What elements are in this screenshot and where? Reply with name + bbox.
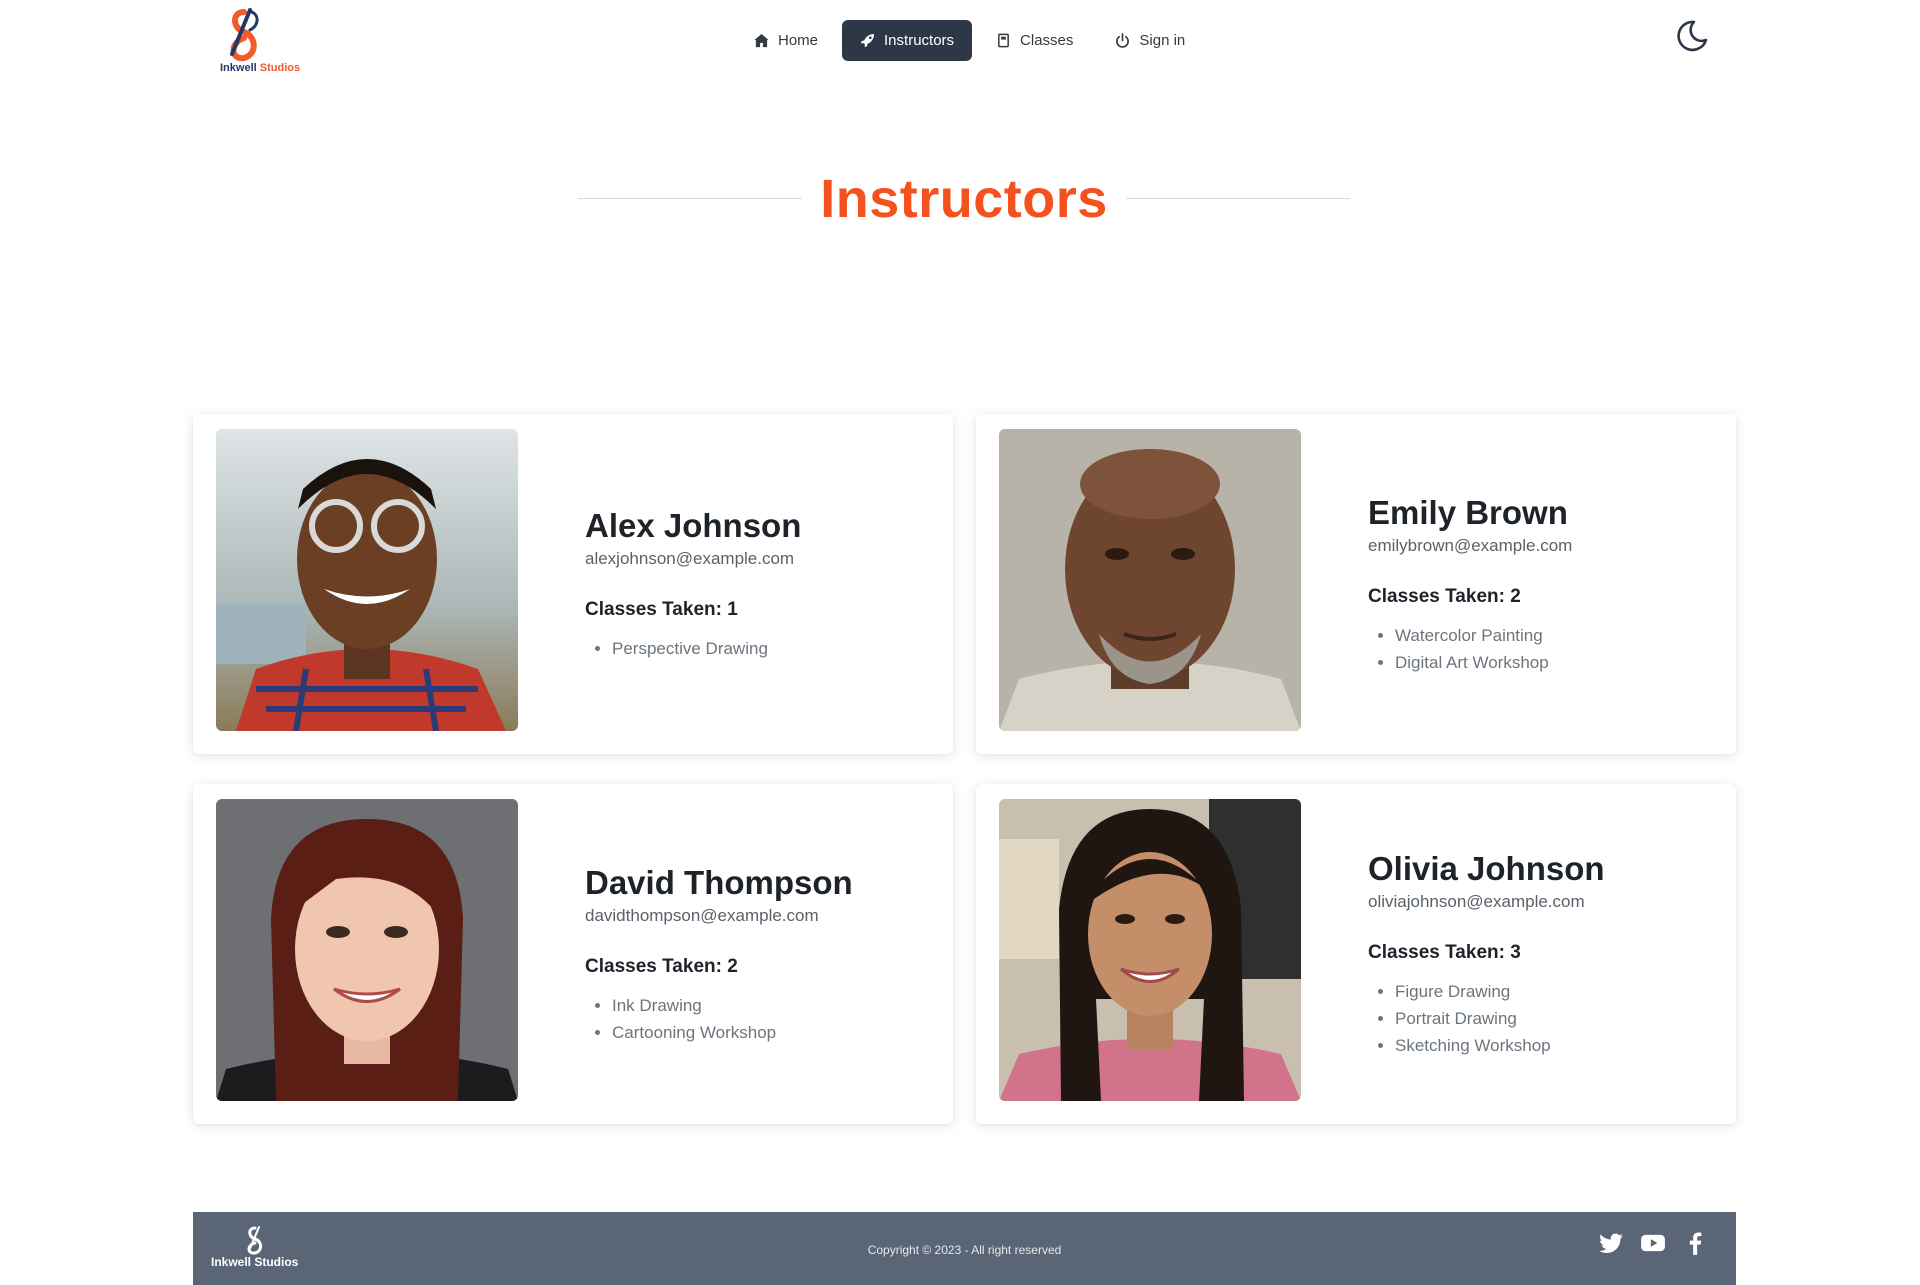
twitter-icon[interactable] xyxy=(1598,1230,1624,1256)
nav-item-label: Classes xyxy=(1020,32,1074,49)
instructor-email: davidthompson@example.com xyxy=(585,905,819,925)
nav-item-sign-in[interactable]: Sign in xyxy=(1097,20,1203,61)
nav-item-label: Instructors xyxy=(884,32,955,49)
page-title: Instructors xyxy=(820,169,1108,229)
book-icon xyxy=(998,33,1009,48)
nav-item-classes[interactable]: Classes xyxy=(978,20,1091,61)
facebook-icon[interactable] xyxy=(1682,1230,1708,1256)
class-item: Sketching Workshop xyxy=(1395,1032,1716,1059)
nav-item-label: Sign in xyxy=(1139,32,1186,49)
youtube-icon[interactable] xyxy=(1640,1230,1666,1256)
instructor-photo xyxy=(216,429,518,731)
instructor-name: Alex Johnson xyxy=(585,507,802,544)
instructor-photo xyxy=(216,799,518,1101)
classes-taken-label: Classes Taken: 2 xyxy=(585,955,738,977)
nav-item-instructors[interactable]: Instructors xyxy=(842,20,973,61)
instructor-info: Olivia Johnson oliviajohnson@example.com… xyxy=(1368,784,1716,1124)
logo-text: Inkwell Studios xyxy=(220,62,301,74)
class-item: Digital Art Workshop xyxy=(1395,649,1716,676)
instructor-email: oliviajohnson@example.com xyxy=(1368,892,1585,911)
classes-list: Watercolor Painting Digital Art Workshop xyxy=(1368,622,1716,676)
nav-item-home[interactable]: Home xyxy=(736,20,836,61)
classes-list: Perspective Drawing xyxy=(585,635,933,662)
instructor-name: Olivia Johnson xyxy=(1368,850,1605,887)
instructor-name: David Thompson xyxy=(585,863,853,901)
site-header: Inkwell Studios Home Instructors Classes… xyxy=(0,0,1920,100)
instructor-card: David Thompson davidthompson@example.com… xyxy=(193,784,953,1124)
footer-logo-text: Inkwell Studios xyxy=(211,1255,299,1269)
class-item: Cartooning Workshop xyxy=(612,1019,933,1046)
power-icon xyxy=(1116,33,1130,48)
classes-list: Ink Drawing Cartooning Workshop xyxy=(585,992,933,1046)
class-item: Ink Drawing xyxy=(612,992,933,1019)
home-icon xyxy=(754,33,769,48)
instructor-card: Olivia Johnson oliviajohnson@example.com… xyxy=(976,784,1736,1124)
instructor-info: Alex Johnson alexjohnson@example.com Cla… xyxy=(585,414,933,754)
instructor-email: alexjohnson@example.com xyxy=(585,549,795,568)
nav-item-label: Home xyxy=(778,32,819,49)
instructor-photo xyxy=(999,799,1301,1101)
site-footer: Inkwell Studios Copyright © 2023 - All r… xyxy=(193,1212,1736,1285)
classes-taken-label: Classes Taken: 1 xyxy=(585,599,738,620)
copyright-text: Copyright © 2023 - All right reserved xyxy=(867,1243,1062,1257)
instructor-info: Emily Brown emilybrown@example.com Class… xyxy=(1368,414,1716,754)
instructor-card: Emily Brown emilybrown@example.com Class… xyxy=(976,414,1736,754)
social-links xyxy=(1598,1230,1708,1256)
class-item: Portrait Drawing xyxy=(1395,1005,1716,1032)
classes-taken-label: Classes Taken: 2 xyxy=(1368,585,1521,607)
class-item: Perspective Drawing xyxy=(612,635,933,662)
instructor-photo xyxy=(999,429,1301,731)
instructor-email: emilybrown@example.com xyxy=(1368,535,1573,555)
rocket-icon xyxy=(860,33,875,48)
class-item: Figure Drawing xyxy=(1395,978,1716,1005)
classes-taken-label: Classes Taken: 3 xyxy=(1368,942,1521,963)
brand-logo[interactable]: Inkwell Studios xyxy=(218,8,308,78)
instructor-card: Alex Johnson alexjohnson@example.com Cla… xyxy=(193,414,953,754)
class-item: Watercolor Painting xyxy=(1395,622,1716,649)
main-nav: Home Instructors Classes Sign in xyxy=(736,20,1203,61)
moon-icon[interactable] xyxy=(1674,18,1710,54)
instructor-info: David Thompson davidthompson@example.com… xyxy=(585,784,933,1124)
instructor-name: Emily Brown xyxy=(1368,493,1568,531)
page-title-section: Instructors xyxy=(578,168,1350,238)
classes-list: Figure Drawing Portrait Drawing Sketchin… xyxy=(1368,978,1716,1059)
logo-mark-icon xyxy=(230,8,259,62)
